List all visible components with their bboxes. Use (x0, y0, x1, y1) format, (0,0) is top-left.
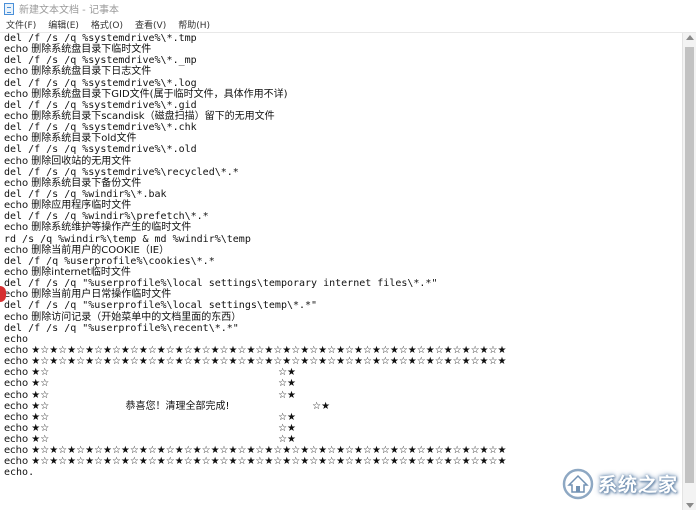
text-line: del /f /s /q %windir%\*.bak (4, 188, 167, 200)
scroll-up-arrow-icon[interactable] (686, 35, 694, 40)
text-line: echo 删除系统盘目录下GID文件(属于临时文件，具体作用不详) (4, 88, 288, 100)
text-line: echo 删除回收站的无用文件 (4, 155, 132, 167)
menu-edit[interactable]: 编辑(E) (42, 18, 85, 31)
menu-file[interactable]: 文件(F) (0, 18, 42, 31)
text-line: echo ★☆★☆★☆★☆★☆★☆★☆★☆★☆★☆★☆★☆★☆★☆★☆★☆★☆★… (4, 356, 507, 368)
text-line: echo 删除当前用户日常操作临时文件 (4, 289, 172, 301)
text-line: del /f /s /q %systemdrive%\*._mp (4, 55, 197, 67)
text-line: del /f /s /q %windir%\prefetch\*.* (4, 211, 209, 223)
window-title: 新建文本文档 - 记事本 (19, 5, 119, 16)
text-line: del /f /s /q %systemdrive%\*.log (4, 77, 197, 89)
text-line: echo 删除系统盘目录下临时文件 (4, 44, 152, 56)
text-line: del /f /s /q %systemdrive%\*.tmp (4, 33, 197, 44)
text-line: echo 删除internet临时文件 (4, 266, 131, 278)
text-editor[interactable]: del /f /s /q %systemdrive%\*.tmp echo 删除系… (0, 33, 682, 510)
text-line: echo ★☆ ☆★ (4, 378, 297, 390)
text-line: rd /s /q %windir%\temp & md %windir%\tem… (4, 233, 251, 245)
text-line: echo ★☆ ☆★ (4, 367, 297, 379)
text-line: echo ★☆ ☆★ (4, 434, 297, 446)
text-line: del /f /s /q %systemdrive%\*.gid (4, 99, 197, 111)
text-line: echo ★☆★☆★☆★☆★☆★☆★☆★☆★☆★☆★☆★☆★☆★☆★☆★☆★☆★… (4, 445, 507, 457)
text-line: del /f /s /q %systemdrive%\*.chk (4, 122, 197, 134)
menu-bar: 文件(F) 编辑(E) 格式(O) 查看(V) 帮助(H) (0, 17, 696, 33)
menu-view[interactable]: 查看(V) (129, 18, 172, 31)
title-bar: 新建文本文档 - 记事本 (0, 0, 696, 17)
text-line: echo 删除系统目录下scandisk（磁盘扫描）留下的无用文件 (4, 110, 275, 122)
text-line: echo (4, 333, 29, 345)
text-line: del /f /s /q "%userprofile%\recent\*.*" (4, 322, 239, 334)
text-line: del /f /q %userprofile%\cookies\*.* (4, 255, 215, 267)
text-line: del /f /s /q %systemdrive%\*.old (4, 144, 197, 156)
text-line: del /f /s /q "%userprofile%\local settin… (4, 300, 318, 312)
text-line: echo ★☆★☆★☆★☆★☆★☆★☆★☆★☆★☆★☆★☆★☆★☆★☆★☆★☆★… (4, 344, 507, 356)
text-line: echo 删除访问记录（开始菜单中的文档里面的东西） (4, 311, 242, 323)
text-line: del /f /s /q %systemdrive%\recycled\*.* (4, 166, 239, 178)
text-line: echo 删除系统目录下old文件 (4, 133, 137, 145)
text-line: echo ★☆ ☆★ (4, 422, 297, 434)
menu-format[interactable]: 格式(O) (85, 18, 129, 31)
text-line: echo 删除系统目录下备份文件 (4, 177, 142, 189)
vertical-scrollbar[interactable] (682, 33, 696, 510)
text-line: del /f /s /q "%userprofile%\local settin… (4, 278, 438, 290)
text-line: echo ★☆ ☆★ (4, 389, 297, 401)
text-line: echo ★☆ 恭喜您！清理全部完成! ☆★ (4, 400, 331, 412)
text-line: echo 删除应用程序临时文件 (4, 200, 132, 212)
menu-help[interactable]: 帮助(H) (172, 18, 216, 31)
watermark: 系统之家 (558, 466, 678, 500)
scroll-thumb[interactable] (685, 47, 694, 483)
text-line: echo 删除系统维护等操作产生的临时文件 (4, 222, 192, 234)
text-line: echo 删除系统盘目录下日志文件 (4, 66, 152, 78)
house-logo-icon (562, 468, 594, 500)
text-line: echo 删除当前用户的COOKIE（IE） (4, 244, 170, 256)
watermark-text: 系统之家 (597, 473, 678, 496)
notepad-icon (4, 2, 14, 15)
scroll-down-arrow-icon[interactable] (686, 503, 694, 508)
text-line: echo ★☆ ☆★ (4, 411, 297, 423)
